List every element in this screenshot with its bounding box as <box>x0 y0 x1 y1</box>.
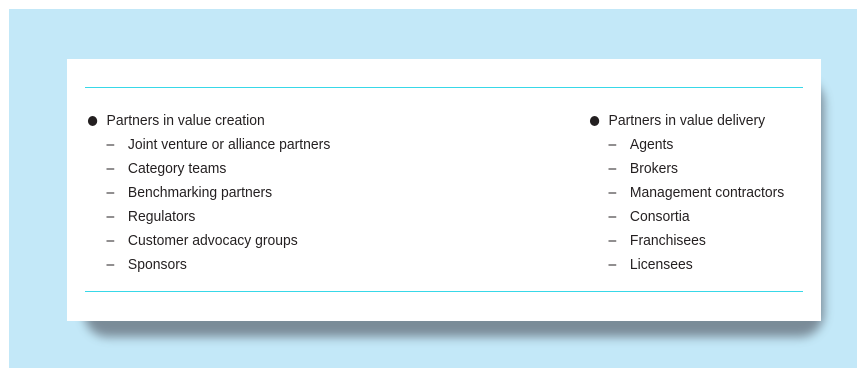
dash-marker: – <box>608 136 617 153</box>
dash-marker: – <box>608 232 617 249</box>
list-item: – Customer advocacy groups <box>87 229 330 253</box>
list-item-text: Customer advocacy groups <box>127 232 298 249</box>
dash-marker: – <box>106 160 115 177</box>
value-delivery-heading-text: Partners in value delivery <box>608 112 766 129</box>
value-delivery-list: – Agents – Brokers – Management contractors… <box>589 133 785 277</box>
list-item-text: Category teams <box>127 160 227 177</box>
list-item: – Licensees <box>589 253 784 277</box>
list-item-text: Brokers <box>629 160 678 177</box>
list-item: – Benchmarking partners <box>87 181 330 205</box>
list-item-text: Licensees <box>629 256 693 273</box>
dash-marker: – <box>608 208 617 225</box>
dash-marker: – <box>106 184 115 201</box>
value-creation-heading-text: Partners in value creation <box>106 112 265 129</box>
list-item-text: Franchisees <box>629 232 706 249</box>
list-item: – Consortia <box>589 205 784 229</box>
list-item: – Sponsors <box>87 253 330 277</box>
dash-marker: – <box>608 160 617 177</box>
list-item: – Franchisees <box>589 229 784 253</box>
list-item-text: Agents <box>629 136 674 153</box>
list-item-text: Management contractors <box>629 184 785 201</box>
dash-marker: – <box>608 256 617 273</box>
list-item-text: Sponsors <box>127 256 187 273</box>
list-item-text: Joint venture or alliance partners <box>127 136 331 153</box>
list-item-text: Consortia <box>629 208 690 225</box>
value-creation-heading: Partners in value creation <box>87 109 330 133</box>
bullet-icon <box>87 116 98 126</box>
value-delivery-column: Partners in value delivery – Agents – Brok… <box>589 109 784 277</box>
top-rule <box>85 87 803 88</box>
dash-marker: – <box>106 208 115 225</box>
dash-marker: – <box>106 256 115 273</box>
value-delivery-heading: Partners in value delivery <box>589 109 784 133</box>
list-item: – Regulators <box>87 205 330 229</box>
value-creation-column: Partners in value creation – Joint ventur… <box>87 109 330 277</box>
bottom-rule <box>85 291 803 292</box>
list-item: – Agents <box>589 133 784 157</box>
list-item: – Brokers <box>589 157 784 181</box>
list-item-text: Benchmarking partners <box>127 184 273 201</box>
figure-background: Partners in value creation – Joint ventur… <box>9 9 857 368</box>
bullet-icon <box>589 116 600 126</box>
dash-marker: – <box>106 136 115 153</box>
list-item: – Management contractors <box>589 181 785 205</box>
value-creation-list: – Joint venture or alliance partners – Cat… <box>87 133 331 277</box>
list-item-text: Regulators <box>127 208 196 225</box>
content-card: Partners in value creation – Joint ventur… <box>67 59 821 321</box>
list-item: – Category teams <box>87 157 330 181</box>
list-item: – Joint venture or alliance partners <box>87 133 331 157</box>
dash-marker: – <box>106 232 115 249</box>
dash-marker: – <box>608 184 617 201</box>
